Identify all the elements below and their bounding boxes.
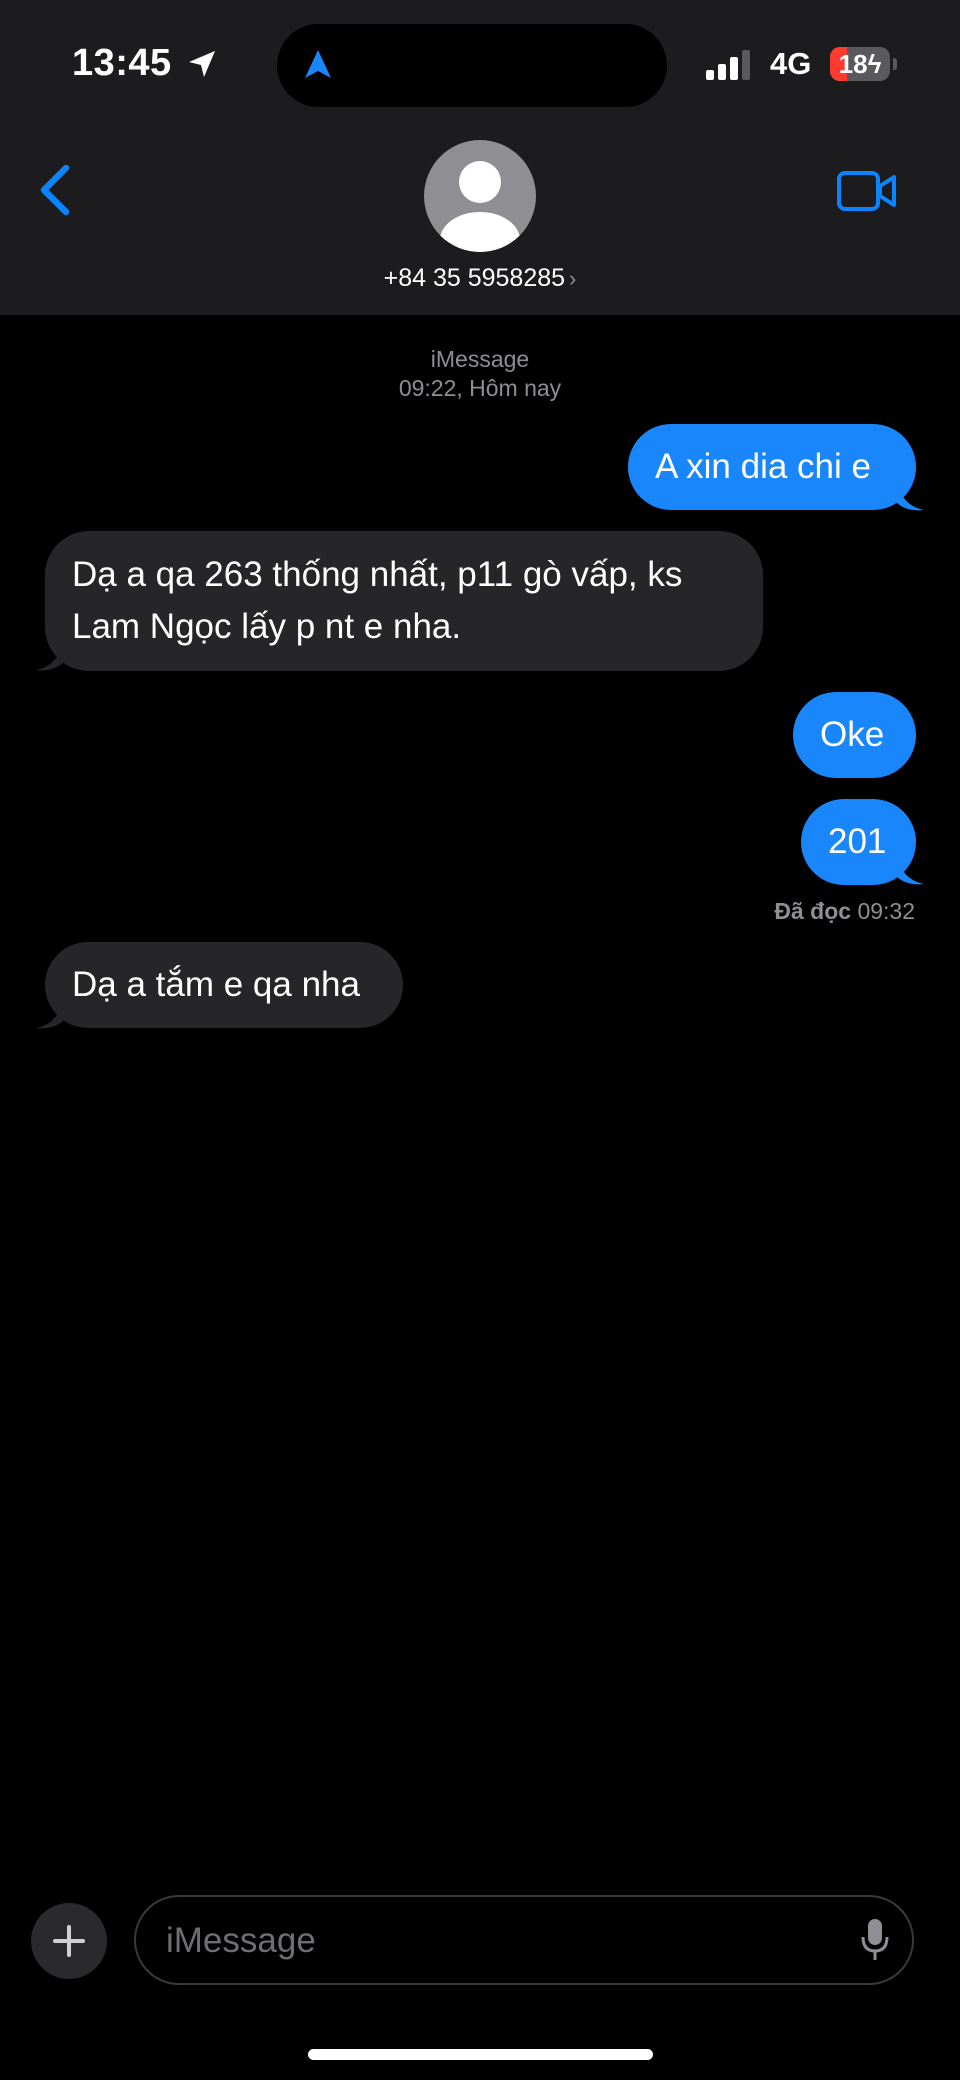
bubble-tail [896, 480, 924, 511]
bubble-tail [36, 998, 64, 1029]
plus-button[interactable] [31, 1903, 107, 1979]
read-receipt-label: Đã đọc [774, 898, 852, 924]
signal-icon [706, 50, 756, 80]
dynamic-island [277, 24, 667, 107]
contact-name-button[interactable]: +84 35 5958285 › [0, 264, 960, 293]
video-camera-icon[interactable] [836, 168, 898, 214]
navigation-icon [305, 50, 331, 78]
message-text: 201 [828, 822, 887, 861]
read-receipt: Đã đọc 09:32 [774, 898, 915, 925]
message-bubble-incoming[interactable]: Dạ a tắm e qa nha [45, 942, 403, 1028]
message-text: A xin dia chi e [655, 447, 871, 486]
service-label: iMessage [430, 346, 530, 372]
back-chevron-icon[interactable] [30, 160, 80, 220]
message-text: Dạ a qa 263 thống nhất, p11 gò vấp, ks L… [72, 555, 683, 646]
avatar-icon[interactable] [424, 140, 536, 252]
battery-level: 18 [838, 49, 868, 79]
message-text: Dạ a tắm e qa nha [72, 965, 360, 1004]
message-text: Oke [820, 715, 885, 754]
location-arrow-icon [189, 51, 215, 77]
microphone-icon[interactable] [860, 1917, 890, 1963]
message-bubble-outgoing[interactable]: Oke [793, 692, 916, 778]
message-bubble-incoming[interactable]: Dạ a qa 263 thống nhất, p11 gò vấp, ks L… [45, 531, 763, 671]
contact-number: +84 35 5958285 [383, 264, 566, 292]
conversation-timestamp: 09:22, Hôm nay [398, 375, 562, 401]
home-indicator[interactable] [308, 2049, 653, 2060]
battery-charging-icon: 18ϟ [830, 47, 890, 81]
message-input-field[interactable] [134, 1895, 914, 1985]
battery-tip [893, 58, 897, 70]
network-type: 4G [770, 46, 812, 81]
message-input[interactable] [164, 1897, 818, 1985]
read-receipt-time: 09:32 [857, 898, 915, 924]
bubble-tail [36, 640, 64, 671]
message-bubble-outgoing[interactable]: A xin dia chi e [628, 424, 916, 510]
status-time: 13:45 [72, 42, 172, 84]
bubble-tail [896, 854, 924, 885]
conversation-header: 13:45 4G 18ϟ +84 35 5958285 › [0, 0, 960, 315]
chevron-right-icon: › [569, 266, 577, 291]
plus-icon [53, 1925, 85, 1957]
